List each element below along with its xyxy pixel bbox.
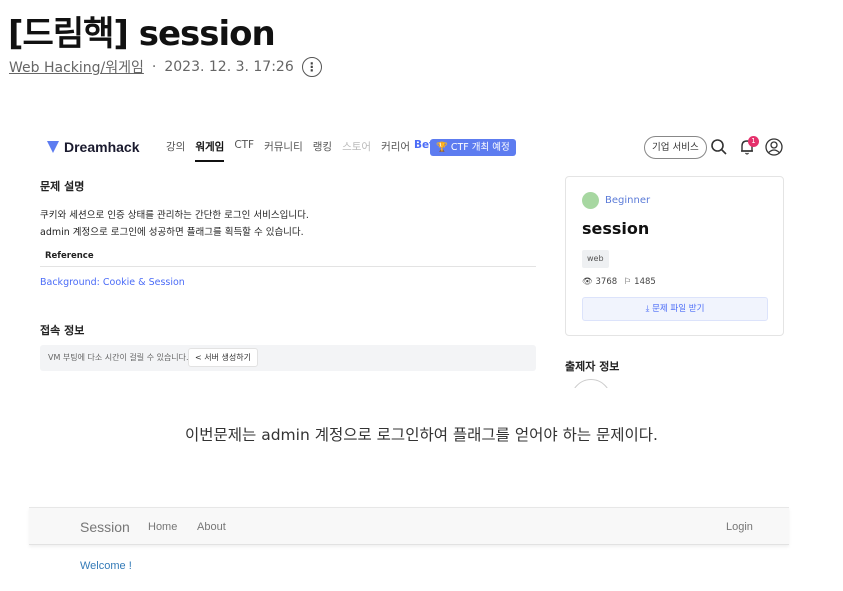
more-vertical-icon[interactable]: ⋮ [301, 57, 322, 77]
business-service-button[interactable]: 기업 서비스 [644, 136, 707, 159]
reference-heading: Reference [45, 251, 94, 261]
dreamhack-logo[interactable]: Dreamhack [46, 139, 140, 155]
connection-notice: VM 부팅에 다소 시간이 걸릴 수 있습니다. [48, 353, 189, 362]
menu-item-ranking[interactable]: 랭킹 [313, 139, 332, 162]
notification-badge: 1 [748, 136, 759, 147]
challenge-card: Beginner session web 👁 3768 ⚐ 1485 ⤓ 문제 … [565, 176, 784, 336]
download-file-button[interactable]: ⤓ 문제 파일 받기 [582, 297, 768, 321]
post-meta: Web Hacking/워게임 · 2023. 12. 3. 17:26 ⋮ [9, 57, 322, 77]
menu-item-wargame[interactable]: 워게임 [195, 139, 225, 162]
session-navbar: Session Home About Login [29, 507, 789, 545]
menu-item-lecture[interactable]: 강의 [166, 139, 185, 162]
menu-item-store[interactable]: 스토어 [342, 139, 371, 162]
solves-count: 1485 [634, 277, 656, 287]
menu-item-career[interactable]: 커리어 [381, 139, 410, 162]
level-icon [582, 192, 599, 209]
nav-home-link[interactable]: Home [148, 521, 177, 533]
flag-icon: ⚐ [623, 277, 632, 287]
dreamhack-logo-text: Dreamhack [64, 139, 140, 155]
dreamhack-logo-icon [47, 141, 59, 153]
nav-login-link[interactable]: Login [726, 521, 753, 533]
meta-separator: · [151, 59, 157, 75]
ctf-announcement-pill[interactable]: 🏆 CTF 개최 예정 [430, 139, 516, 156]
level-label: Beginner [605, 195, 651, 206]
search-icon[interactable] [709, 137, 729, 157]
challenge-title: session [582, 219, 650, 238]
author-avatar [571, 379, 611, 388]
session-brand[interactable]: Session [80, 519, 130, 535]
welcome-text: Welcome ! [80, 560, 132, 572]
challenge-tag[interactable]: web [582, 250, 609, 268]
connection-heading: 접속 정보 [40, 324, 85, 337]
menu-item-ctf[interactable]: CTF [234, 139, 254, 162]
session-app-screenshot: Session Home About Login Welcome ! [29, 507, 789, 591]
reference-link[interactable]: Background: Cookie & Session [40, 277, 185, 288]
problem-heading: 문제 설명 [40, 180, 85, 193]
user-profile-icon[interactable] [764, 137, 784, 157]
post-title: [드림핵] session [8, 14, 276, 54]
views-count: 3768 [595, 277, 618, 287]
post-date: 2023. 12. 3. 17:26 [164, 59, 294, 75]
author-heading: 출제자 정보 [565, 360, 620, 373]
menu-item-community[interactable]: 커뮤니티 [264, 139, 303, 162]
challenge-stats: 👁 3768 ⚐ 1485 [582, 277, 656, 287]
dreamhack-navbar: Dreamhack 강의 워게임 CTF 커뮤니티 랭킹 스토어 커리어 Bet… [32, 126, 792, 170]
connection-box: VM 부팅에 다소 시간이 걸릴 수 있습니다. < 서버 생성하기 [40, 345, 536, 371]
nav-about-link[interactable]: About [197, 521, 226, 533]
problem-line-2: admin 계정으로 로그인에 성공하면 플래그를 획득할 수 있습니다. [40, 227, 304, 238]
post-category-link[interactable]: Web Hacking/워게임 [9, 57, 144, 77]
reference-divider [40, 266, 536, 267]
problem-line-1: 쿠키와 세션으로 인증 상태를 관리하는 간단한 로그인 서비스입니다. [40, 210, 309, 221]
dreamhack-screenshot: Dreamhack 강의 워게임 CTF 커뮤니티 랭킹 스토어 커리어 Bet… [32, 126, 792, 388]
eye-icon: 👁 [582, 277, 593, 287]
create-server-button[interactable]: < 서버 생성하기 [188, 348, 258, 367]
post-description: 이번문제는 admin 계정으로 로그인하여 플래그를 얻어야 하는 문제이다. [184, 426, 658, 444]
download-label: 문제 파일 받기 [652, 304, 705, 314]
dreamhack-menu: 강의 워게임 CTF 커뮤니티 랭킹 스토어 커리어 Beta [166, 139, 451, 162]
